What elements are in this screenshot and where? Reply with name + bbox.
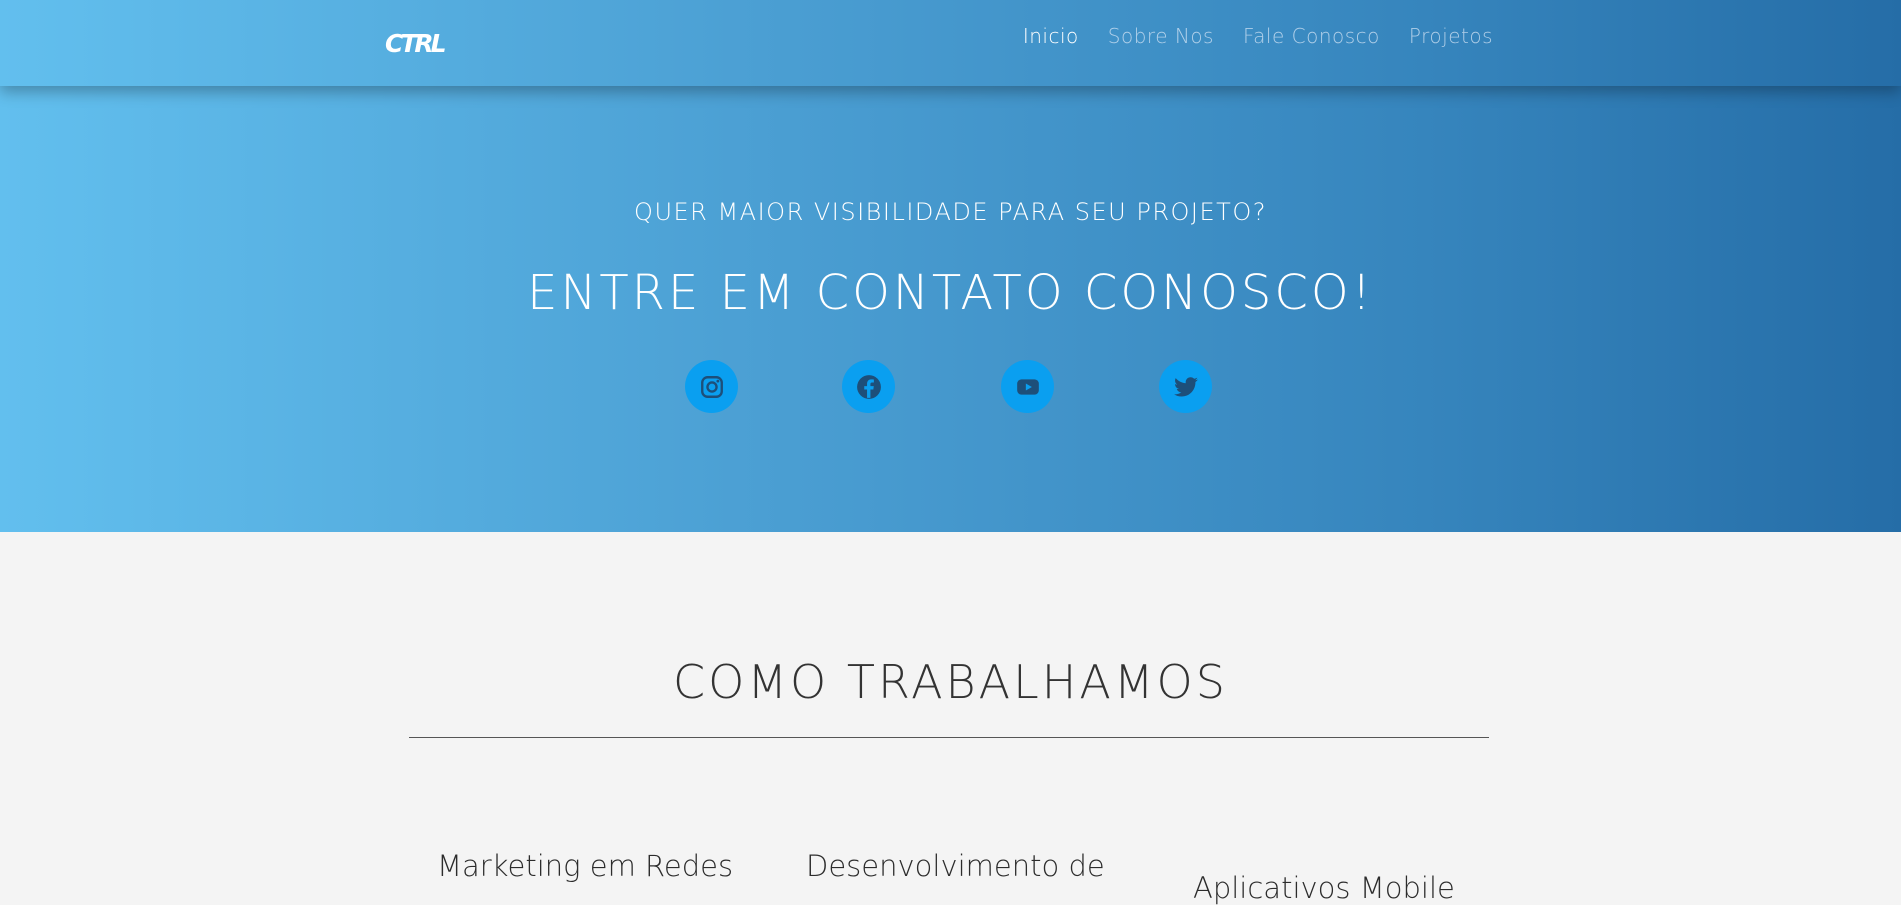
navbar: CTRL Inicio Sobre Nos Fale Conosco Proje… xyxy=(0,0,1901,86)
section-divider xyxy=(409,737,1489,738)
facebook-button[interactable] xyxy=(842,360,895,413)
facebook-icon xyxy=(856,374,881,399)
card-title-desenvolvimento: Desenvolvimento de xyxy=(806,849,1105,883)
instagram-button[interactable] xyxy=(685,360,738,413)
nav-link-projetos[interactable]: Projetos xyxy=(1409,24,1493,48)
youtube-button[interactable] xyxy=(1001,360,1054,413)
hero-banner: CTRL Inicio Sobre Nos Fale Conosco Proje… xyxy=(0,0,1901,532)
twitter-icon xyxy=(1173,376,1198,397)
logo[interactable]: CTRL xyxy=(385,28,447,58)
nav-link-fale-conosco[interactable]: Fale Conosco xyxy=(1243,24,1380,48)
youtube-icon xyxy=(1016,378,1039,395)
nav-links: Inicio Sobre Nos Fale Conosco Projetos xyxy=(1023,24,1493,48)
nav-link-sobre-nos[interactable]: Sobre Nos xyxy=(1108,24,1214,48)
hero-title: ENTRE EM CONTATO CONOSCO! xyxy=(527,265,1374,321)
section-title: COMO TRABALHAMOS xyxy=(673,655,1228,709)
nav-link-inicio[interactable]: Inicio xyxy=(1023,24,1079,48)
card-title-marketing: Marketing em Redes xyxy=(437,849,734,883)
twitter-button[interactable] xyxy=(1159,360,1212,413)
hero-subtitle: QUER MAIOR VISIBILIDADE PARA SEU PROJETO… xyxy=(634,198,1267,226)
card-title-aplicativos: Aplicativos Mobile xyxy=(1193,871,1455,905)
instagram-icon xyxy=(700,375,723,398)
